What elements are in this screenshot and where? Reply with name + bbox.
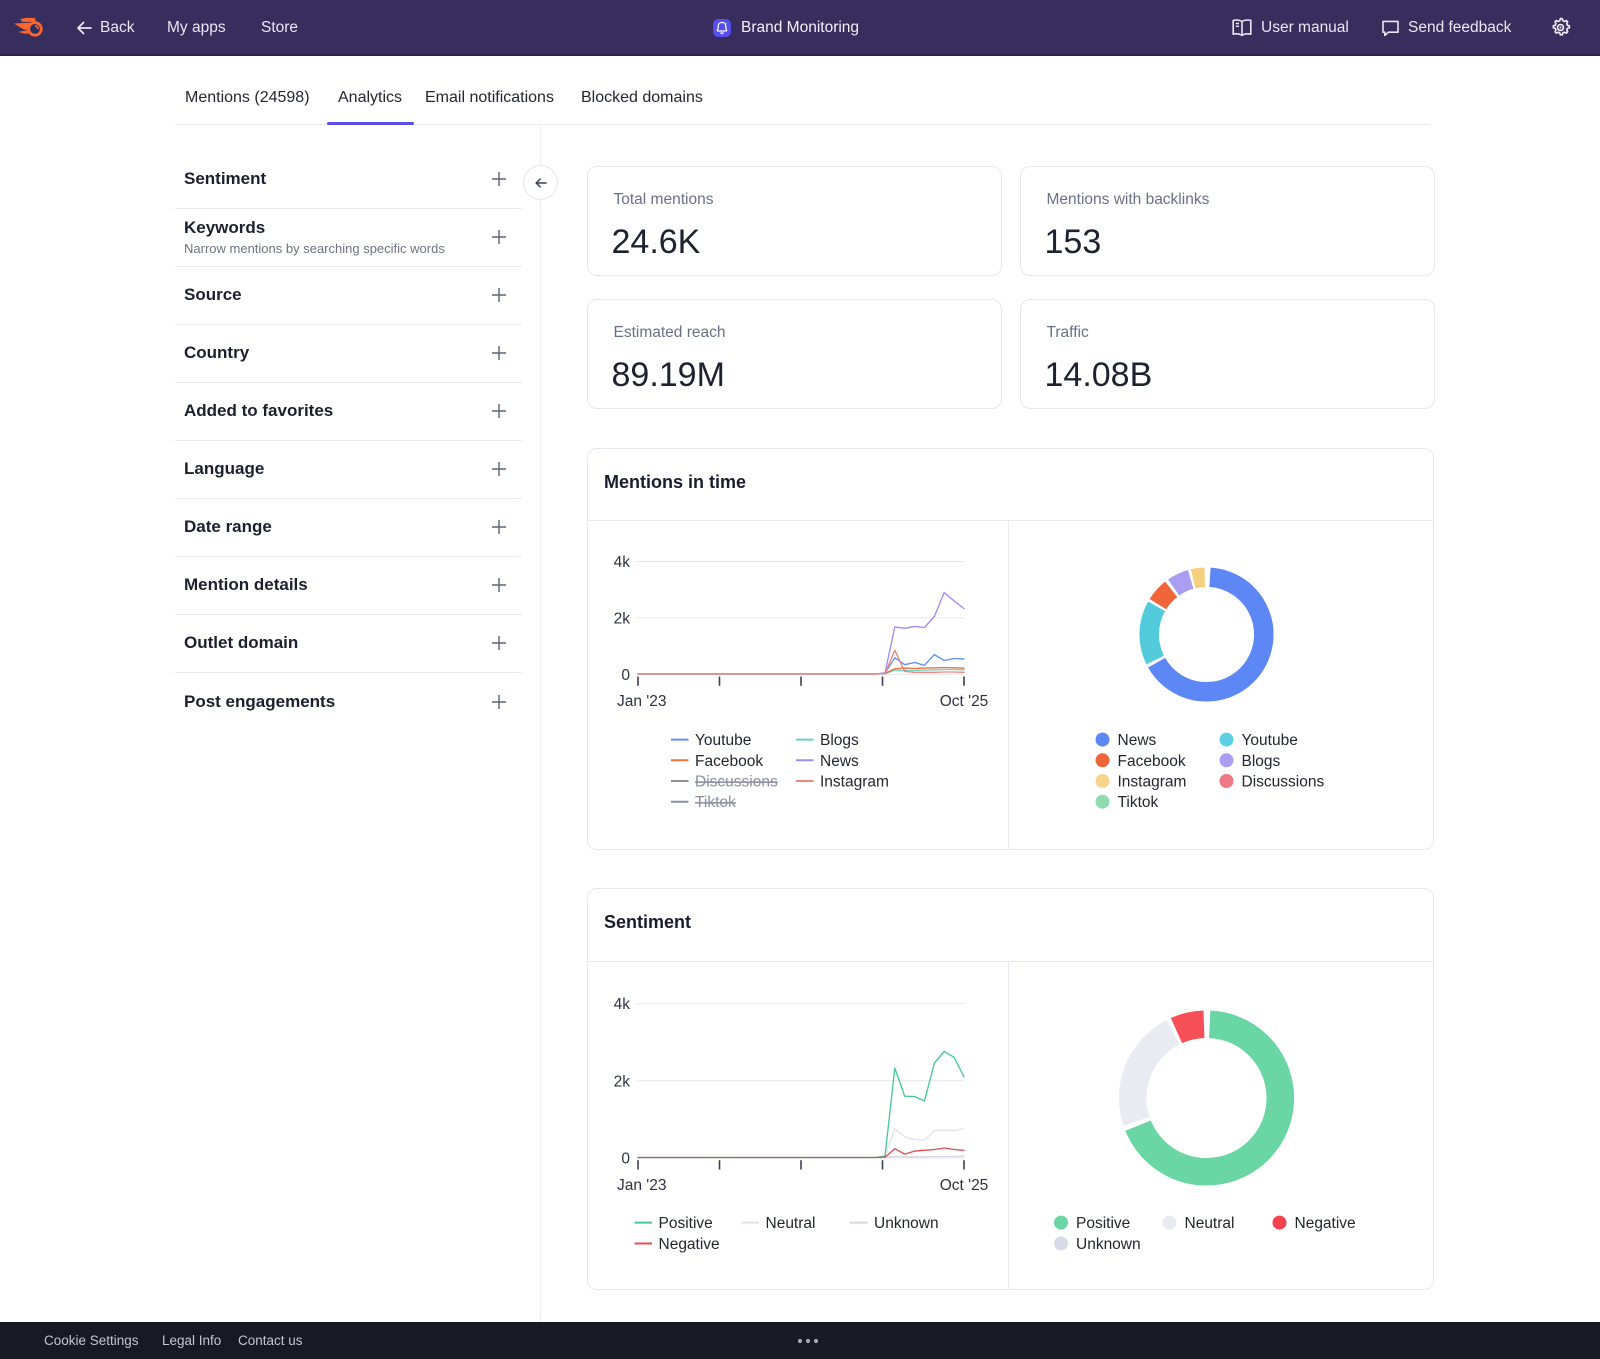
svg-text:4k: 4k xyxy=(614,554,631,571)
svg-text:Unknown: Unknown xyxy=(1076,1236,1141,1253)
svg-text:Instagram: Instagram xyxy=(1118,774,1187,791)
svg-text:Discussions: Discussions xyxy=(1242,774,1325,791)
svg-text:Blogs: Blogs xyxy=(1242,753,1281,770)
svg-text:Negative: Negative xyxy=(659,1236,720,1253)
svg-text:News: News xyxy=(820,753,859,770)
svg-text:Blogs: Blogs xyxy=(820,732,859,749)
svg-text:2k: 2k xyxy=(614,1073,631,1090)
svg-text:2k: 2k xyxy=(614,610,631,627)
svg-text:Oct '25: Oct '25 xyxy=(940,693,989,710)
svg-text:Tiktok: Tiktok xyxy=(1118,794,1159,811)
svg-text:Tiktok: Tiktok xyxy=(695,794,736,811)
svg-text:Unknown: Unknown xyxy=(874,1215,939,1232)
svg-text:News: News xyxy=(1118,732,1157,749)
svg-text:Youtube: Youtube xyxy=(695,732,751,749)
svg-text:Neutral: Neutral xyxy=(766,1215,816,1232)
svg-text:4k: 4k xyxy=(614,996,631,1013)
svg-text:Instagram: Instagram xyxy=(820,774,889,791)
svg-text:0: 0 xyxy=(621,667,630,684)
svg-text:Jan '23: Jan '23 xyxy=(617,1177,667,1194)
svg-text:Facebook: Facebook xyxy=(695,753,763,770)
svg-text:Facebook: Facebook xyxy=(1118,753,1186,770)
svg-text:0: 0 xyxy=(621,1151,630,1168)
svg-text:Positive: Positive xyxy=(1076,1215,1130,1232)
svg-text:Neutral: Neutral xyxy=(1185,1215,1235,1232)
svg-text:Jan '23: Jan '23 xyxy=(617,693,667,710)
svg-text:Positive: Positive xyxy=(659,1215,713,1232)
svg-text:Discussions: Discussions xyxy=(695,774,778,791)
svg-text:Youtube: Youtube xyxy=(1242,732,1298,749)
svg-text:Negative: Negative xyxy=(1295,1215,1356,1232)
svg-text:Oct '25: Oct '25 xyxy=(940,1177,989,1194)
